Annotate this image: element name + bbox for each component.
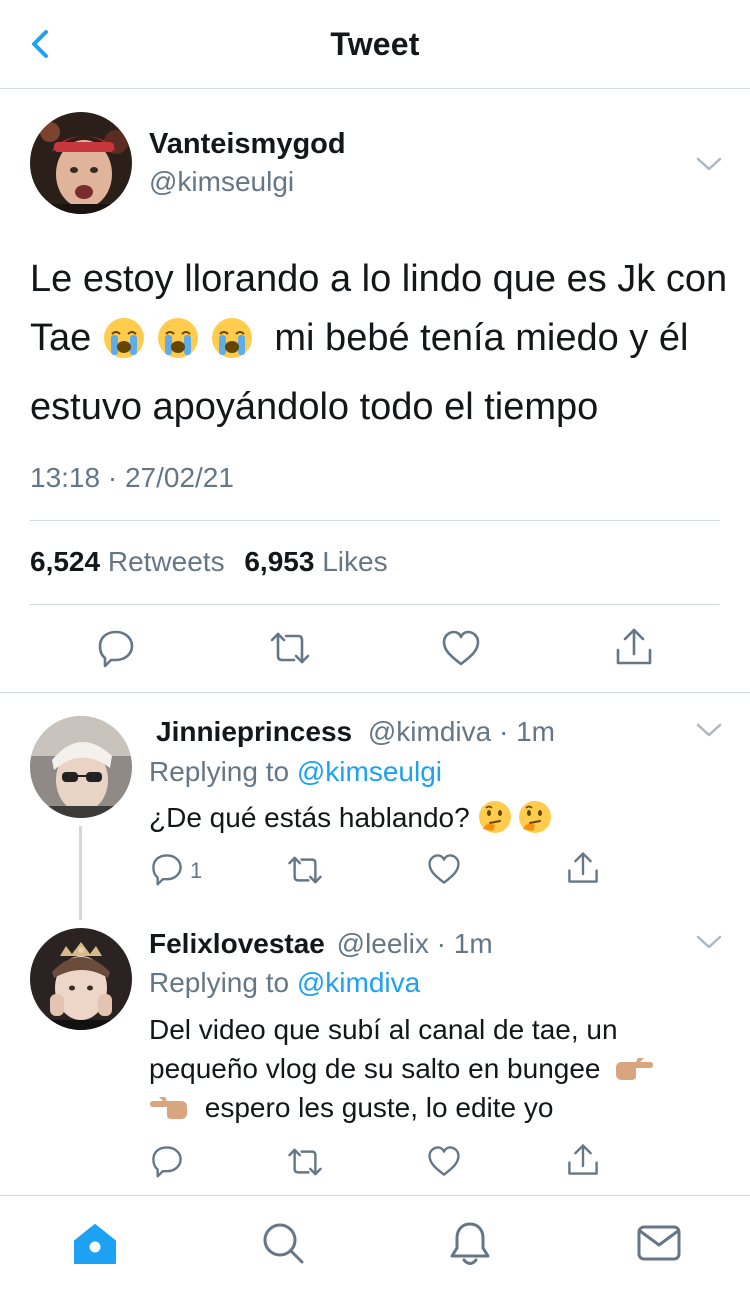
reply-text: Del video que subí al canal de tae, un p… <box>149 1010 719 1127</box>
reply-text-body: ¿De qué estás hablando? <box>149 802 470 833</box>
replying-to-prefix: Replying to <box>149 967 290 998</box>
crying-emoji-icon <box>103 318 144 358</box>
reply-text-line3: espero les guste, lo edite yo <box>204 1092 554 1123</box>
reply-text: ¿De qué estás hablando? <box>149 798 563 845</box>
search-icon[interactable] <box>260 1220 306 1266</box>
pointing-left-emoji-icon <box>150 1097 187 1119</box>
page-title: Tweet <box>330 26 420 62</box>
tweet-stats: 6,524 Retweets 6,953 Likes <box>30 546 388 578</box>
reply-display-name[interactable]: Felixlovestae <box>149 928 325 959</box>
replying-to: Replying to @kimdiva <box>149 967 420 999</box>
reply-icon[interactable] <box>150 1144 184 1178</box>
author-handle[interactable]: @kimseulgi <box>149 166 294 198</box>
reply-icon[interactable] <box>96 628 136 668</box>
share-icon[interactable] <box>566 850 600 886</box>
reply-meta: @kimdiva · 1m <box>367 716 555 747</box>
likes-label[interactable]: Likes <box>322 546 387 577</box>
share-icon[interactable] <box>614 626 654 668</box>
home-icon[interactable] <box>72 1222 118 1266</box>
chevron-down-icon[interactable] <box>694 154 724 174</box>
retweets-label[interactable]: Retweets <box>108 546 225 577</box>
replying-to: Replying to @kimseulgi <box>149 756 442 788</box>
thinking-emoji-icon <box>479 801 512 833</box>
reply-text-line3-wrap: espero les guste, lo edite yo <box>149 1088 719 1127</box>
thinking-emoji-group <box>477 799 563 845</box>
reply-display-name[interactable]: Jinnieprincess <box>156 716 352 747</box>
thread-connector <box>79 826 82 920</box>
retweet-icon[interactable] <box>268 630 312 666</box>
avatar[interactable] <box>30 716 132 818</box>
divider <box>30 520 720 521</box>
like-icon[interactable] <box>426 852 462 886</box>
replying-to-handle[interactable]: @kimseulgi <box>297 756 442 787</box>
crying-emoji-icon <box>157 318 198 358</box>
reply-author[interactable]: Felixlovestae @leelix · 1m <box>149 928 493 960</box>
retweet-icon[interactable] <box>286 1146 324 1178</box>
crying-emoji-group <box>102 316 264 378</box>
author-display-name[interactable]: Vanteismygod <box>149 128 346 161</box>
bottom-tab-bar <box>0 1195 750 1294</box>
tweet-timestamp: 13:18 · 27/02/21 <box>30 462 234 493</box>
chevron-down-icon[interactable] <box>694 720 724 740</box>
thinking-emoji-icon <box>519 801 552 833</box>
likes-count[interactable]: 6,953 <box>244 546 314 577</box>
reply-count: 1 <box>190 858 203 883</box>
divider <box>30 604 720 605</box>
notifications-icon[interactable] <box>448 1220 492 1268</box>
retweets-count[interactable]: 6,524 <box>30 546 100 577</box>
messages-icon[interactable] <box>636 1224 682 1262</box>
reply-meta: @leelix · 1m <box>336 928 493 959</box>
reply-icon[interactable] <box>150 852 184 886</box>
reply-author[interactable]: Jinnieprincess @kimdiva · 1m <box>156 716 555 748</box>
reply-text-line2-wrap: pequeño vlog de su salto en bungee <box>149 1049 719 1088</box>
top-navigation-bar: Tweet <box>0 0 750 89</box>
pointing-right-emoji-icon <box>616 1058 654 1080</box>
crying-emoji-icon <box>211 318 252 358</box>
tweet-text: Le estoy llorando a lo lindo que es Jk c… <box>30 250 730 437</box>
reply-text-line2: pequeño vlog de su salto en bungee <box>149 1053 601 1084</box>
like-icon[interactable] <box>426 1144 462 1178</box>
share-icon[interactable] <box>566 1142 600 1178</box>
reply-text-line1: Del video que subí al canal de tae, un <box>149 1014 618 1045</box>
section-separator <box>0 692 750 693</box>
replying-to-prefix: Replying to <box>149 756 290 787</box>
replying-to-handle[interactable]: @kimdiva <box>297 967 420 998</box>
avatar[interactable] <box>30 112 132 214</box>
like-icon[interactable] <box>440 628 482 668</box>
chevron-down-icon[interactable] <box>694 932 724 952</box>
retweet-icon[interactable] <box>286 854 324 886</box>
avatar[interactable] <box>30 928 132 1030</box>
